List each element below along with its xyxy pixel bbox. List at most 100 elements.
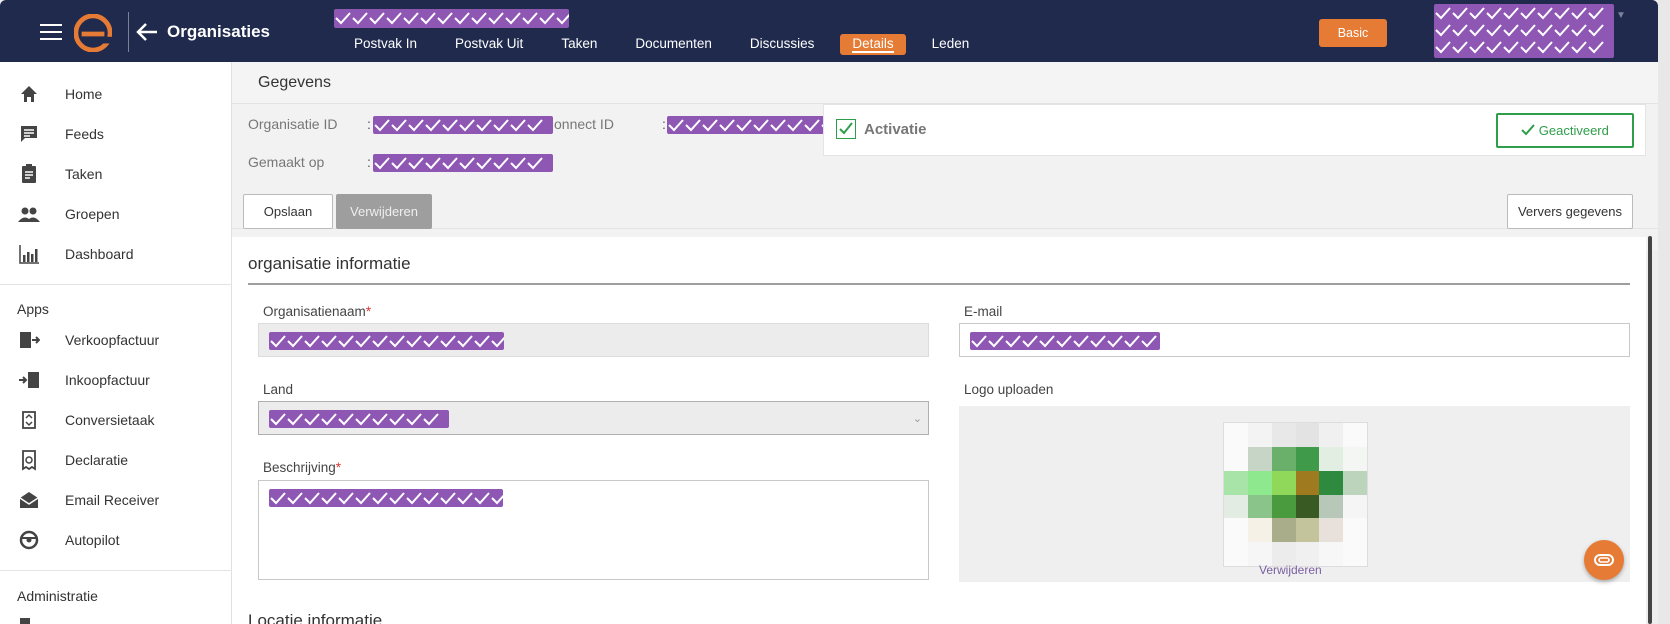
check-icon [1521, 124, 1535, 136]
sidebar-item-dashboard[interactable]: Dashboard [0, 236, 232, 272]
redacted-text [334, 9, 569, 28]
org-name-label: Organisatienaam* [263, 304, 372, 319]
redacted-org-name [269, 332, 504, 350]
chevron-down-icon: ⌄ [912, 413, 922, 425]
activated-button[interactable]: Geactiveerd [1496, 113, 1634, 148]
redacted-description [269, 489, 503, 507]
sidebar-divider [0, 284, 232, 285]
email-field[interactable] [959, 323, 1630, 357]
email-icon [19, 492, 39, 508]
invoice-in-icon [19, 372, 39, 388]
sidebar-section-administratie: Administratie [17, 588, 98, 604]
invoice-out-icon [20, 332, 40, 348]
attachment-fab-button[interactable] [1584, 540, 1624, 580]
sidebar-item-label: Inkoopfactuur [65, 372, 150, 388]
gegevens-header: Gegevens [232, 62, 1658, 104]
sidebar-item-autopilot[interactable]: Autopilot [0, 522, 232, 558]
sidebar-item-conversietaak[interactable]: Conversietaak [0, 402, 232, 438]
connect-id-label: onnect ID [554, 116, 614, 132]
sidebar-item-feeds[interactable]: Feeds [0, 116, 232, 152]
tab-postvak-uit[interactable]: Postvak Uit [443, 34, 535, 55]
sidebar: Home Feeds Taken Groepen Dashboard Apps … [0, 62, 232, 624]
autopilot-icon [19, 530, 39, 550]
tab-documenten[interactable]: Documenten [623, 34, 724, 55]
sidebar-item-label: Email Receiver [65, 492, 160, 508]
org-id-label: Organisatie ID [248, 116, 338, 132]
hamburger-menu-icon[interactable] [40, 24, 62, 40]
sidebar-item-label: Autopilot [65, 532, 120, 548]
sidebar-item-inkoopfactuur[interactable]: Inkoopfactuur [0, 362, 232, 398]
page-title: Organisaties [167, 22, 270, 41]
header-divider [128, 12, 129, 52]
org-info-form: organisatie informatie Organisatienaam* … [232, 237, 1646, 624]
sidebar-item-label: Dashboard [65, 246, 134, 262]
app-logo[interactable] [74, 14, 112, 52]
module-tabs: Postvak In Postvak Uit Taken Documenten … [342, 34, 995, 55]
activation-checkbox[interactable] [836, 119, 856, 139]
sidebar-item-email-receiver[interactable]: Email Receiver [0, 482, 232, 518]
colon: : [367, 116, 371, 132]
sidebar-item-label: Verkoopfactuur [65, 332, 160, 348]
sidebar-item-label: Declaratie [65, 452, 129, 468]
tab-leden[interactable]: Leden [920, 34, 982, 55]
tab-postvak-in[interactable]: Postvak In [342, 34, 429, 55]
basic-plan-button[interactable]: Basic [1319, 19, 1387, 47]
redacted-email [970, 332, 1160, 350]
window-edge [1658, 0, 1670, 624]
colon: : [367, 154, 371, 170]
sidebar-item-taken[interactable]: Taken [0, 156, 232, 192]
sidebar-item-label: Conversietaak [65, 412, 155, 428]
sidebar-item-verkoopfactuur[interactable]: Verkoopfactuur [0, 322, 232, 358]
delete-button[interactable]: Verwijderen [336, 194, 432, 229]
sidebar-item-label: Home [65, 86, 103, 102]
sidebar-item-groepen[interactable]: Groepen [0, 196, 232, 232]
chart-icon [19, 245, 39, 264]
remove-logo-link[interactable]: Verwijderen [1259, 563, 1322, 577]
org-name-field[interactable] [258, 323, 929, 357]
sidebar-item-label: Feeds [65, 126, 104, 142]
divider [232, 228, 1658, 229]
people-icon [18, 207, 40, 222]
section-title: organisatie informatie [248, 254, 411, 273]
logo-preview [1223, 422, 1368, 567]
feeds-icon [21, 126, 37, 142]
activation-label: Activatie [864, 121, 927, 138]
colon: : [662, 116, 666, 132]
check-icon [839, 122, 853, 135]
back-arrow-icon[interactable] [136, 22, 158, 42]
sidebar-item-declaratie[interactable]: Declaratie [0, 442, 232, 478]
sidebar-section-apps: Apps [17, 301, 49, 317]
tab-discussies[interactable]: Discussies [738, 34, 827, 55]
activated-button-label: Geactiveerd [1538, 123, 1609, 138]
sidebar-item-label: Taken [65, 166, 103, 182]
convert-icon [22, 411, 36, 429]
gegevens-info: Organisatie ID : onnect ID : Gemaakt op … [232, 104, 1658, 250]
logo-upload-zone[interactable]: Verwijderen [959, 406, 1630, 582]
logo-upload-label: Logo uploaden [964, 382, 1054, 397]
tab-details[interactable]: Details [840, 34, 906, 55]
admin-icon [20, 618, 30, 624]
top-bar: Organisaties Postvak In Postvak Uit Take… [0, 0, 1658, 62]
sidebar-item-home[interactable]: Home [0, 76, 232, 112]
created-label: Gemaakt op [248, 154, 325, 170]
tab-taken[interactable]: Taken [549, 34, 609, 55]
activation-panel: Activatie Geactiveerd [823, 104, 1646, 156]
section-divider [248, 283, 1630, 285]
clipboard-icon [22, 164, 36, 183]
next-section-title: Locatie informatie [248, 611, 383, 624]
refresh-data-button[interactable]: Ververs gegevens [1507, 194, 1633, 229]
land-select[interactable]: ⌄ [258, 401, 929, 435]
land-label: Land [263, 382, 294, 397]
home-icon [21, 86, 37, 102]
beschrijving-textarea[interactable] [258, 480, 929, 580]
receipt-icon [22, 450, 36, 471]
vertical-scrollbar[interactable] [1648, 236, 1652, 624]
chevron-down-icon[interactable]: ▼ [1616, 10, 1626, 21]
save-button[interactable]: Opslaan [243, 194, 333, 229]
section-heading: Gegevens [258, 74, 331, 91]
user-menu[interactable] [1434, 4, 1614, 58]
redacted-org-id [373, 116, 553, 134]
main-content: Gegevens Organisatie ID : onnect ID : Ge… [232, 62, 1658, 624]
sidebar-divider [0, 570, 232, 571]
beschrijving-label: Beschrijving* [263, 460, 342, 475]
